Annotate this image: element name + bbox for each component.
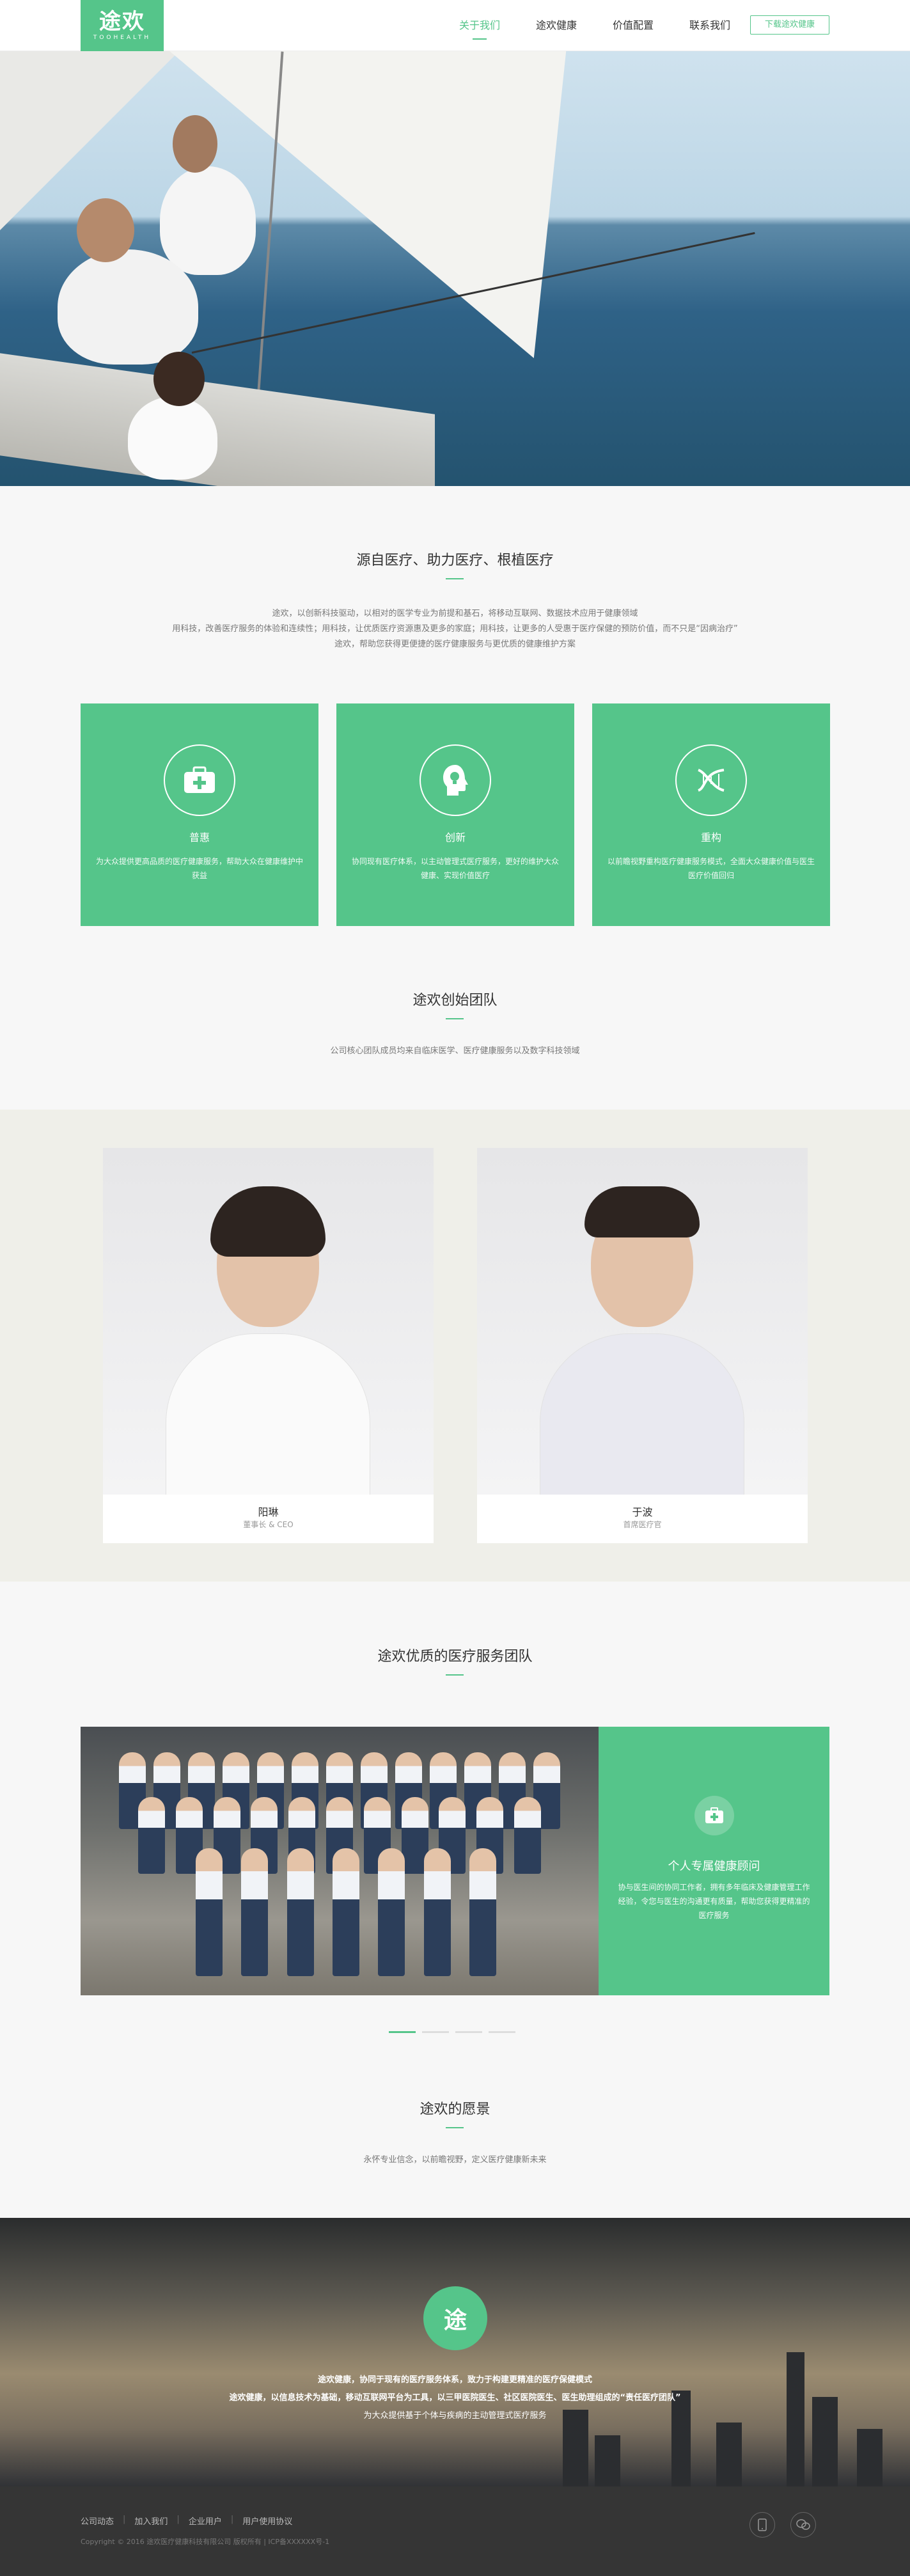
member-role: 董事长 & CEO xyxy=(243,1520,294,1529)
brand-logo[interactable]: 途欢 TOOHEALTH xyxy=(81,0,164,51)
value-card-puhui: 普惠 为大众提供更高品质的医疗健康服务，帮助大众在健康维护中获益 xyxy=(81,703,318,926)
carousel-dot-4[interactable] xyxy=(489,2031,515,2033)
founders-subtitle: 公司核心团队成员均来自临床医学、医疗健康服务以及数字科技领域 xyxy=(330,1046,580,1056)
carousel-pagination xyxy=(389,2031,522,2033)
member-body xyxy=(540,1333,744,1495)
card-desc: 以前瞻视野重构医疗健康服务模式，全面大众健康价值与医生医疗价值回归 xyxy=(607,857,815,880)
service-panel-title: 个人专属健康顾问 xyxy=(668,1860,760,1873)
service-panel: 个人专属健康顾问 协与医生间的协同工作者，拥有多年临床及健康管理工作经验，令您与… xyxy=(599,1727,829,1995)
person-father xyxy=(160,166,256,275)
lightbulb-head-icon xyxy=(420,744,491,816)
member-body xyxy=(166,1333,370,1495)
nav-about[interactable]: 关于我们 xyxy=(459,0,500,51)
value-card-chonggou: 重构 以前瞻视野重构医疗健康服务模式，全面大众健康价值与医生医疗价值回归 xyxy=(592,703,830,926)
footer-separator: | xyxy=(123,2515,126,2524)
member-card-cmo: 于波 首席医疗官 xyxy=(477,1148,808,1543)
service-title-underline xyxy=(446,1674,464,1676)
person-grandfather-head xyxy=(77,198,134,262)
member-hair xyxy=(210,1186,326,1257)
nav-health[interactable]: 途欢健康 xyxy=(536,0,577,51)
intro-line-2: 用科技，改善医疗服务的体验和连续性；用科技，让优质医疗资源惠及更多的家庭；用科技… xyxy=(172,624,738,634)
logo-subtext: TOOHEALTH xyxy=(93,35,152,41)
service-title: 途欢优质的医疗服务团队 xyxy=(377,1649,533,1665)
member-role: 首席医疗官 xyxy=(623,1520,662,1529)
logo-mark: 途欢 xyxy=(99,9,145,35)
footer-link-join[interactable]: 加入我们 xyxy=(134,2515,168,2527)
member-name: 于波 xyxy=(632,1506,653,1518)
wechat-icon[interactable] xyxy=(790,2512,816,2538)
footer-separator: | xyxy=(230,2515,234,2524)
card-title: 普惠 xyxy=(189,831,210,844)
vision-text: 途欢健康，协同于现有的医疗服务体系，致力于构建更精准的医疗保健模式 途欢健康，以… xyxy=(0,2371,910,2425)
footer-links: 公司动态 | 加入我们 | 企业用户 | 用户使用协议 xyxy=(81,2515,301,2527)
intro-title: 源自医疗、助力医疗、根植医疗 xyxy=(356,553,554,569)
footer-link-enterprise[interactable]: 企业用户 xyxy=(189,2515,222,2527)
vision-line-1: 途欢健康，协同于现有的医疗服务体系，致力于构建更精准的医疗保健模式 xyxy=(317,2375,592,2385)
vision-title-underline xyxy=(446,2127,464,2128)
vision-line-2: 途欢健康，以信息技术为基础，移动互联网平台为工具，以三甲医院医生、社区医院医生、… xyxy=(229,2393,681,2403)
nav-contact[interactable]: 联系我们 xyxy=(689,0,730,51)
person-child xyxy=(128,397,217,480)
person-child-head xyxy=(153,352,205,406)
vision-banner: 途 途欢健康，协同于现有的医疗服务体系，致力于构建更精准的医疗保健模式 途欢健康… xyxy=(0,2218,910,2486)
boat-deck xyxy=(0,353,435,486)
vision-logo: 途 xyxy=(423,2286,487,2350)
intro-line-1: 途欢，以创新科技驱动，以相对的医学专业为前提和基石，将移动互联网、数据技术应用于… xyxy=(272,609,638,618)
medical-folder-icon xyxy=(694,1796,734,1835)
download-app-button[interactable]: 下载途欢健康 xyxy=(750,15,829,35)
card-title: 重构 xyxy=(700,831,721,844)
copyright-text: Copyright © 2016 途欢医疗健康科技有限公司 版权所有 | ICP… xyxy=(81,2538,330,2546)
founders-title-underline xyxy=(446,1018,464,1019)
member-name: 阳琳 xyxy=(258,1506,279,1518)
carousel-dot-2[interactable] xyxy=(422,2031,449,2033)
vision-title: 途欢的愿景 xyxy=(420,2101,490,2117)
person-father-head xyxy=(173,115,217,173)
vision-subtitle: 永怀专业信念，以前瞻视野，定义医疗健康新未来 xyxy=(363,2155,547,2165)
founders-title: 途欢创始团队 xyxy=(412,993,498,1009)
member-card-ceo: 阳琳 董事长 & CEO xyxy=(103,1148,434,1543)
intro-title-underline xyxy=(446,578,464,579)
member-photo xyxy=(103,1148,434,1495)
service-team-photo xyxy=(81,1727,599,1995)
dna-icon xyxy=(675,744,747,816)
footer-link-news[interactable]: 公司动态 xyxy=(81,2515,114,2527)
footer-link-agreement[interactable]: 用户使用协议 xyxy=(242,2515,292,2527)
footer-separator: | xyxy=(177,2515,180,2524)
member-hair xyxy=(584,1186,700,1237)
intro-line-3: 途欢，帮助您获得更便捷的医疗健康服务与更优质的健康维护方案 xyxy=(334,640,576,649)
member-photo xyxy=(477,1148,808,1495)
staff-row-front xyxy=(196,1848,496,1976)
site-header: 途欢 TOOHEALTH 关于我们 途欢健康 价值配置 联系我们 下载途欢健康 xyxy=(0,0,910,51)
person-grandfather xyxy=(58,249,198,365)
vision-line-3: 为大众提供基于个体与疾病的主动管理式医疗服务 xyxy=(363,2411,547,2421)
mobile-phone-icon[interactable] xyxy=(749,2512,775,2538)
card-desc: 协同现有医疗体系，以主动管理式医疗服务，更好的维护大众健康、实现价值医疗 xyxy=(351,857,559,880)
site-footer: 公司动态 | 加入我们 | 企业用户 | 用户使用协议 Copyright © … xyxy=(0,2486,910,2576)
medical-kit-icon xyxy=(164,744,235,816)
carousel-dot-1[interactable] xyxy=(389,2031,416,2033)
main-nav: 关于我们 途欢健康 价值配置 联系我们 xyxy=(459,0,766,51)
card-desc: 为大众提供更高品质的医疗健康服务，帮助大众在健康维护中获益 xyxy=(95,857,303,880)
hero-image xyxy=(0,51,910,486)
value-card-chuangxin: 创新 协同现有医疗体系，以主动管理式医疗服务，更好的维护大众健康、实现价值医疗 xyxy=(336,703,574,926)
carousel-dot-3[interactable] xyxy=(455,2031,482,2033)
service-panel-desc: 协与医生间的协同工作者，拥有多年临床及健康管理工作经验，令您与医生的沟通更有质量… xyxy=(618,1883,810,1920)
card-title: 创新 xyxy=(444,831,466,844)
nav-value[interactable]: 价值配置 xyxy=(613,0,654,51)
